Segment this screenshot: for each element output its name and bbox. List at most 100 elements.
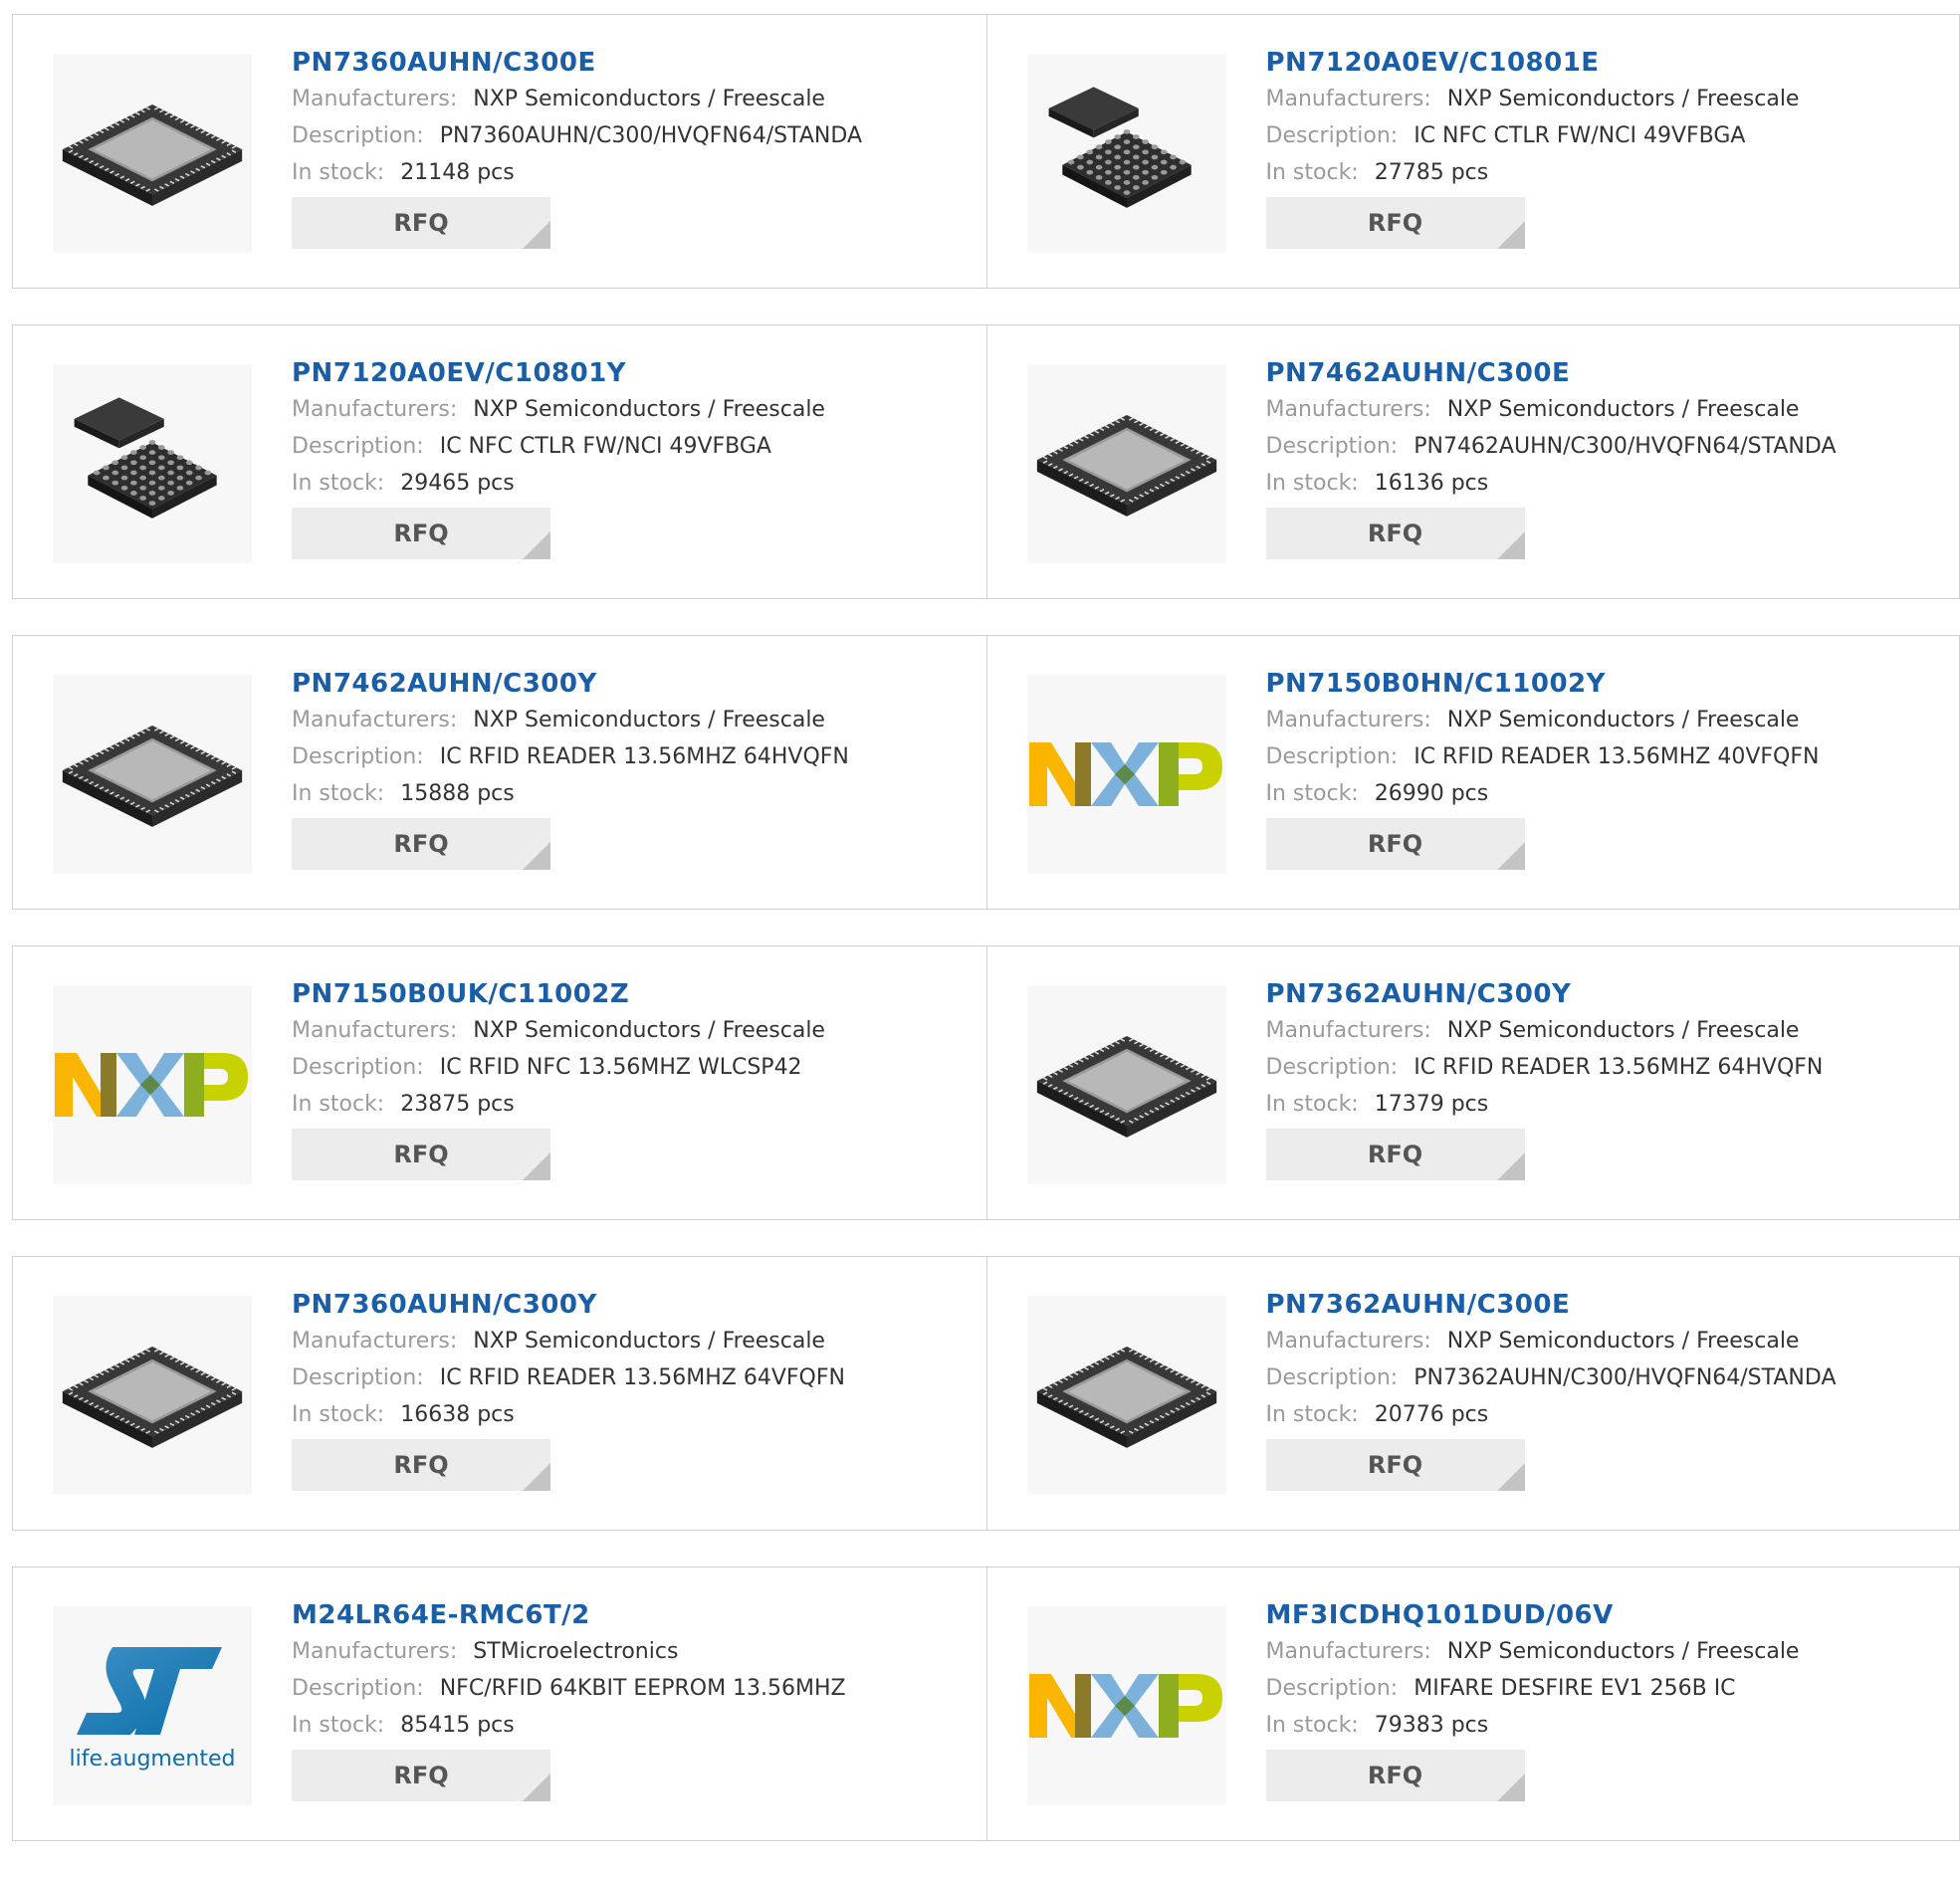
stock-label: In stock: bbox=[1266, 781, 1359, 806]
stock-line: In stock:20776 pcs bbox=[1266, 1396, 1837, 1433]
description-label: Description: bbox=[1266, 123, 1399, 148]
rfq-button[interactable]: RFQ bbox=[1266, 197, 1525, 249]
part-number-link[interactable]: PN7360AUHN/C300E bbox=[292, 45, 862, 81]
stock-line: In stock:26990 pcs bbox=[1266, 775, 1820, 812]
manufacturer-label: Manufacturers: bbox=[1266, 1639, 1431, 1664]
product-image[interactable]: life.augmented bbox=[53, 1606, 252, 1805]
product-image[interactable] bbox=[1027, 54, 1226, 253]
manufacturer-label: Manufacturers: bbox=[1266, 87, 1431, 111]
product-image[interactable] bbox=[53, 364, 252, 563]
manufacturer-value: NXP Semiconductors / Freescale bbox=[473, 1018, 825, 1043]
rfq-label: RFQ bbox=[1368, 209, 1422, 237]
rfq-button[interactable]: RFQ bbox=[292, 818, 550, 870]
manufacturer-label: Manufacturers: bbox=[292, 1639, 457, 1664]
stock-value: 15888 pcs bbox=[400, 781, 515, 806]
rfq-button[interactable]: RFQ bbox=[292, 1439, 550, 1491]
product-info: PN7362AUHN/C300E Manufacturers:NXP Semic… bbox=[1266, 1287, 1837, 1491]
manufacturer-line: Manufacturers: NXP Semiconductors / Frees… bbox=[292, 702, 849, 738]
description-line: Description: IC RFID NFC 13.56MHZ WLCSP42 bbox=[292, 1049, 825, 1086]
manufacturer-label: Manufacturers: bbox=[1266, 1329, 1431, 1354]
manufacturer-line: Manufacturers:STMicroelectronics bbox=[292, 1633, 846, 1670]
product-card: PN7362AUHN/C300Y Manufacturers:NXP Semic… bbox=[987, 945, 1960, 1220]
description-value: IC NFC CTLR FW/NCI 49VFBGA bbox=[1414, 123, 1745, 148]
description-line: Description:IC RFID READER 13.56MHZ 64VF… bbox=[292, 1359, 845, 1396]
product-image[interactable] bbox=[53, 54, 252, 253]
stock-value: 79383 pcs bbox=[1375, 1713, 1489, 1738]
description-value: MIFARE DESFIRE EV1 256B IC bbox=[1414, 1676, 1735, 1701]
description-line: Description:IC RFID READER 13.56MHZ 40VF… bbox=[1266, 738, 1820, 775]
description-value: IC RFID NFC 13.56MHZ WLCSP42 bbox=[440, 1055, 802, 1080]
qfn-chip-icon bbox=[55, 84, 250, 223]
description-label: Description: bbox=[292, 1365, 424, 1390]
manufacturer-line: Manufacturers:NXP Semiconductors / Frees… bbox=[1266, 702, 1820, 738]
rfq-button[interactable]: RFQ bbox=[1266, 1750, 1525, 1801]
description-value: NFC/RFID 64KBIT EEPROM 13.56MHZ bbox=[440, 1676, 846, 1701]
product-grid: PN7360AUHN/C300E Manufacturers: NXP Semic… bbox=[12, 14, 1960, 1877]
product-row: life.augmented M24LR64E-RMC6T/2 Manufact… bbox=[12, 1566, 1960, 1841]
product-card: PN7360AUHN/C300Y Manufacturers:NXP Semic… bbox=[12, 1256, 987, 1531]
nxp-logo bbox=[55, 1045, 250, 1125]
manufacturer-value: NXP Semiconductors / Freescale bbox=[473, 708, 825, 732]
description-label: Description: bbox=[1266, 1365, 1399, 1390]
description-label: Description: bbox=[1266, 1055, 1399, 1080]
corner-fold-icon bbox=[523, 1463, 550, 1491]
product-image[interactable] bbox=[1027, 1296, 1226, 1495]
part-number-link[interactable]: PN7120A0EV/C10801E bbox=[1266, 45, 1800, 81]
product-info: PN7150B0UK/C11002Z Manufacturers:NXP Sem… bbox=[292, 976, 825, 1180]
stock-label: In stock: bbox=[292, 471, 384, 496]
qfn-chip-icon bbox=[1029, 1326, 1224, 1465]
rfq-button[interactable]: RFQ bbox=[292, 1750, 550, 1801]
rfq-button[interactable]: RFQ bbox=[1266, 508, 1525, 559]
product-image[interactable] bbox=[53, 675, 252, 874]
description-label: Description: bbox=[292, 123, 424, 148]
manufacturer-value: NXP Semiconductors / Freescale bbox=[1447, 397, 1800, 422]
description-value: PN7362AUHN/C300/HVQFN64/STANDA bbox=[1414, 1365, 1836, 1390]
stock-label: In stock: bbox=[292, 160, 384, 185]
product-image[interactable] bbox=[1027, 1606, 1226, 1805]
product-image[interactable] bbox=[53, 1296, 252, 1495]
manufacturer-line: Manufacturers:NXP Semiconductors / Frees… bbox=[292, 81, 862, 117]
corner-fold-icon bbox=[1497, 221, 1525, 249]
part-number-link[interactable]: MF3ICDHQ101DUD/06V bbox=[1266, 1597, 1800, 1633]
part-number-link[interactable]: PN7362AUHN/C300Y bbox=[1266, 976, 1824, 1012]
description-label: Description: bbox=[1266, 1676, 1399, 1701]
manufacturer-line: Manufacturers:NXP Semiconductors / Frees… bbox=[1266, 1633, 1800, 1670]
product-image[interactable] bbox=[1027, 675, 1226, 874]
manufacturer-label: Manufacturers: bbox=[292, 708, 457, 732]
product-image[interactable] bbox=[53, 985, 252, 1184]
bga-chip-icon bbox=[1029, 56, 1224, 251]
rfq-button[interactable]: RFQ bbox=[292, 197, 550, 249]
manufacturer-label: Manufacturers: bbox=[292, 1329, 457, 1354]
product-card: PN7150B0UK/C11002Z Manufacturers:NXP Sem… bbox=[12, 945, 987, 1220]
part-number-link[interactable]: PN7362AUHN/C300E bbox=[1266, 1287, 1837, 1323]
rfq-button[interactable]: RFQ bbox=[292, 1129, 550, 1180]
part-number-link[interactable]: PN7120A0EV/C10801Y bbox=[292, 355, 825, 391]
product-row: PN7120A0EV/C10801Y Manufacturers:NXP Sem… bbox=[12, 324, 1960, 599]
manufacturer-value: NXP Semiconductors / Freescale bbox=[1447, 1018, 1800, 1043]
product-info: PN7120A0EV/C10801E Manufacturers:NXP Sem… bbox=[1266, 45, 1800, 249]
part-number-link[interactable]: PN7360AUHN/C300Y bbox=[292, 1287, 845, 1323]
product-card: PN7360AUHN/C300E Manufacturers:NXP Semic… bbox=[12, 14, 987, 289]
rfq-button[interactable]: RFQ bbox=[1266, 818, 1525, 870]
rfq-label: RFQ bbox=[393, 1141, 448, 1168]
qfn-chip-icon bbox=[55, 705, 250, 844]
description-line: Description:IC RFID READER 13.56MHZ 64HV… bbox=[1266, 1049, 1824, 1086]
stock-line: In stock:17379 pcs bbox=[1266, 1086, 1824, 1123]
rfq-label: RFQ bbox=[393, 1762, 448, 1789]
product-image[interactable] bbox=[1027, 985, 1226, 1184]
rfq-button[interactable]: RFQ bbox=[292, 508, 550, 559]
description-label: Description: bbox=[292, 1055, 424, 1080]
rfq-button[interactable]: RFQ bbox=[1266, 1129, 1525, 1180]
description-line: Description: PN7362AUHN/C300/HVQFN64/STAN… bbox=[1266, 1359, 1837, 1396]
part-number-link[interactable]: PN7150B0HN/C11002Y bbox=[1266, 666, 1820, 702]
stock-value: 21148 pcs bbox=[400, 160, 515, 185]
part-number-link[interactable]: M24LR64E-RMC6T/2 bbox=[292, 1597, 846, 1633]
part-number-link[interactable]: PN7462AUHN/C300E bbox=[1266, 355, 1837, 391]
product-image[interactable] bbox=[1027, 364, 1226, 563]
corner-fold-icon bbox=[523, 221, 550, 249]
rfq-button[interactable]: RFQ bbox=[1266, 1439, 1525, 1491]
rfq-label: RFQ bbox=[393, 1451, 448, 1479]
description-value: PN7462AUHN/C300/HVQFN64/STANDA bbox=[1414, 434, 1836, 459]
part-number-link[interactable]: PN7462AUHN/C300Y bbox=[292, 666, 849, 702]
part-number-link[interactable]: PN7150B0UK/C11002Z bbox=[292, 976, 825, 1012]
